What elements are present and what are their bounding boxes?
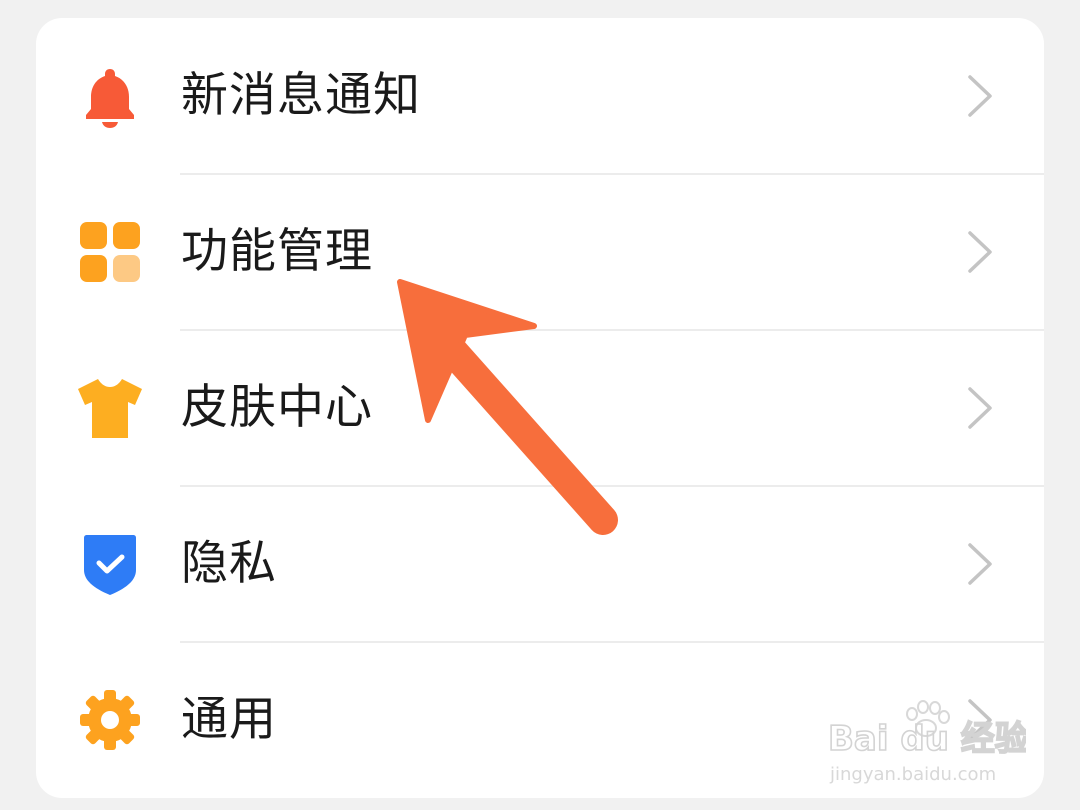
settings-card: 新消息通知 功能管理 皮肤中心 隐私 通用: [36, 18, 1044, 798]
settings-item-label: 功能管理: [181, 224, 373, 279]
chevron-right-icon: [960, 698, 1000, 742]
grid-icon: [76, 218, 144, 286]
chevron-right-icon: [960, 230, 1000, 274]
tshirt-icon: [76, 374, 144, 442]
settings-item-label: 隐私: [181, 536, 277, 591]
screen: 新消息通知 功能管理 皮肤中心 隐私 通用 Bai du 经验 jingyan.…: [0, 0, 1080, 810]
shield-check-icon: [76, 530, 144, 598]
chevron-right-icon: [960, 386, 1000, 430]
bell-icon: [76, 62, 144, 130]
gear-icon: [76, 686, 144, 754]
chevron-right-icon: [960, 74, 1000, 118]
settings-item-skin-center[interactable]: 皮肤中心: [36, 330, 1044, 486]
settings-item-label: 新消息通知: [181, 68, 421, 123]
settings-item-privacy[interactable]: 隐私: [36, 486, 1044, 642]
settings-item-label: 皮肤中心: [181, 380, 373, 435]
settings-item-new-message-notification[interactable]: 新消息通知: [36, 18, 1044, 174]
settings-item-general[interactable]: 通用: [36, 642, 1044, 798]
settings-item-label: 通用: [181, 692, 277, 747]
settings-item-feature-management[interactable]: 功能管理: [36, 174, 1044, 330]
chevron-right-icon: [960, 542, 1000, 586]
